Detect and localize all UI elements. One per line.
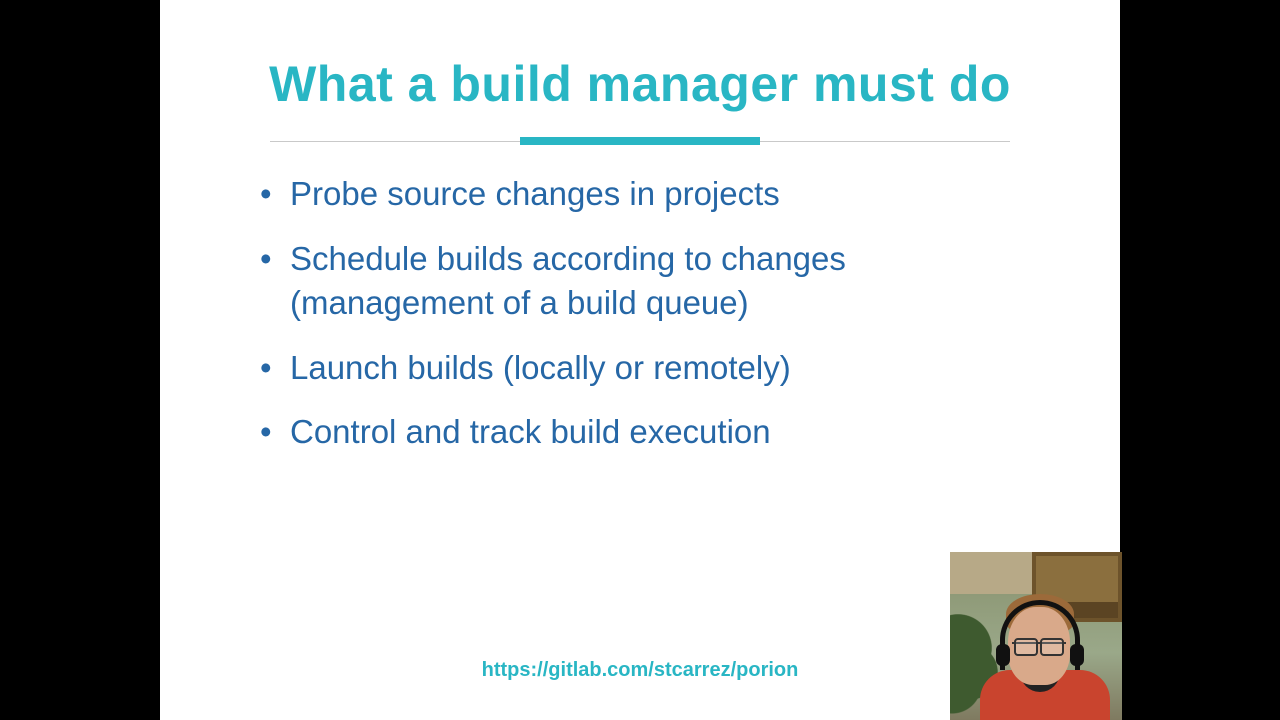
list-item: Launch builds (locally or remotely) [260, 346, 1080, 391]
slide-title: What a build manager must do [160, 55, 1120, 113]
bullet-text: Launch builds (locally or remotely) [290, 349, 791, 386]
list-item: Probe source changes in projects [260, 172, 1080, 217]
headset-icon [1000, 600, 1080, 670]
title-divider [270, 141, 1010, 142]
bullet-text: Schedule builds according to changes [290, 240, 846, 277]
speaker-webcam-overlay [950, 552, 1122, 720]
headset-ear-right [1070, 644, 1084, 666]
bullet-text: Control and track build execution [290, 413, 771, 450]
list-item: Schedule builds according to changes (ma… [260, 237, 1080, 326]
list-item: Control and track build execution [260, 410, 1080, 455]
bullet-text: Probe source changes in projects [290, 175, 780, 212]
bullet-list: Probe source changes in projects Schedul… [220, 172, 1120, 455]
headset-ear-left [996, 644, 1010, 666]
divider-accent [520, 137, 760, 145]
glasses-icon [1012, 642, 1066, 658]
bullet-subtext: (management of a build queue) [290, 281, 1080, 326]
